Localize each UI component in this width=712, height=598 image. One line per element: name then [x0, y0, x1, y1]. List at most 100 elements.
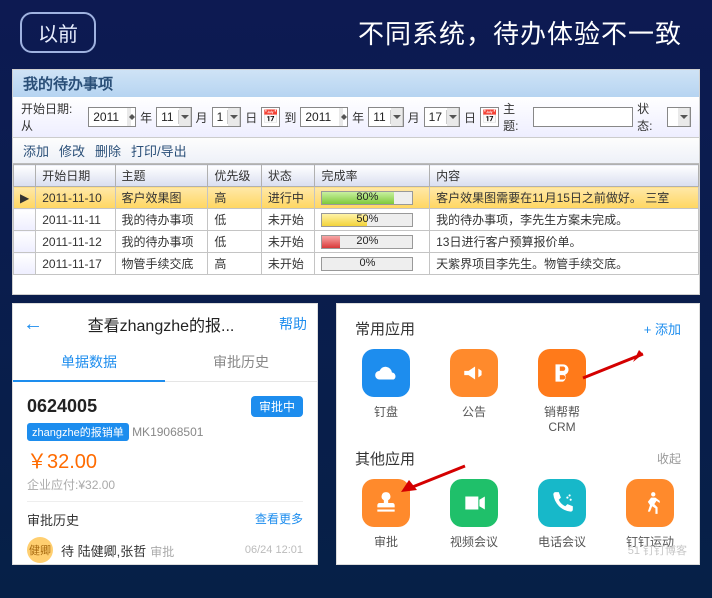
panel1-title: 我的待办事项 — [13, 70, 699, 97]
cell-progress: 80% — [315, 187, 430, 209]
cell-priority: 高 — [208, 187, 262, 209]
cell-date: 2011-11-12 — [36, 231, 115, 253]
status-label: 状态: — [637, 100, 663, 134]
cell-status: 进行中 — [261, 187, 315, 209]
table-row[interactable]: ▶ 2011-11-10 客户效果图 高 进行中 80% 客户效果图需要在11月… — [14, 187, 699, 209]
app-label: 视频会议 — [443, 533, 505, 550]
bill-tag: zhangzhe的报销单 — [27, 423, 129, 441]
to-month-input[interactable]: 11 — [368, 107, 403, 127]
amount: ￥32.00 — [27, 445, 303, 474]
app-钉钉运动[interactable]: 钉钉运动 — [619, 479, 681, 550]
from-date-label: 开始日期: 从 — [21, 100, 84, 134]
approver-names: 待 陆健卿,张哲审批 — [61, 541, 174, 560]
cell-priority: 低 — [208, 209, 262, 231]
to-year-input[interactable]: 2011 — [300, 107, 348, 127]
row-handle[interactable] — [14, 253, 36, 275]
badge-previous: 以前 — [20, 12, 96, 53]
tab-bill-data[interactable]: 单据数据 — [13, 344, 165, 382]
avatar: 健卿 — [27, 537, 53, 563]
collapse-link[interactable]: 收起 — [657, 450, 681, 467]
cell-priority: 高 — [208, 253, 262, 275]
app-label: 公告 — [443, 403, 505, 420]
from-month-input[interactable]: 11 — [156, 107, 191, 127]
column-header[interactable]: 内容 — [430, 165, 699, 187]
back-icon[interactable]: ← — [23, 313, 43, 336]
cell-date: 2011-11-10 — [36, 187, 115, 209]
history-section-title: 审批历史 — [27, 510, 79, 529]
cell-content: 天紫界项目李先生。物管手续交底。 — [430, 253, 699, 275]
column-header[interactable]: 主题 — [115, 165, 208, 187]
cell-progress: 20% — [315, 231, 430, 253]
cmd-add[interactable]: 添加 — [23, 141, 49, 160]
cell-progress: 0% — [315, 253, 430, 275]
column-header[interactable]: 完成率 — [315, 165, 430, 187]
app-label: 钉盘 — [355, 403, 417, 420]
cell-subject: 客户效果图 — [115, 187, 208, 209]
to-day-input[interactable]: 17 — [424, 107, 460, 127]
table-row[interactable]: 2011-11-12 我的待办事项 低 未开始 20% 13日进行客户预算报价单… — [14, 231, 699, 253]
app-label: 电话会议 — [531, 533, 593, 550]
cmd-print[interactable]: 打印/导出 — [131, 141, 187, 160]
row-handle[interactable] — [14, 231, 36, 253]
from-day-input[interactable]: 1 — [212, 107, 242, 127]
tab-approval-history[interactable]: 审批历史 — [165, 344, 317, 382]
cell-progress: 50% — [315, 209, 430, 231]
row-handle[interactable]: ▶ — [14, 187, 36, 209]
megaphone-icon — [450, 349, 498, 397]
app-label: 审批 — [355, 533, 417, 550]
cell-subject: 我的待办事项 — [115, 231, 208, 253]
slide-title: 不同系统，待办体验不一致 — [358, 14, 682, 51]
arrow-annotation-icon — [577, 350, 647, 384]
cmd-edit[interactable]: 修改 — [59, 141, 85, 160]
apps-panel: 常用应用 + 添加 钉盘公告销帮帮CRM 其他应用 收起 审批视频会议电话会议钉… — [336, 303, 700, 565]
cmd-delete[interactable]: 删除 — [95, 141, 121, 160]
run-icon — [626, 479, 674, 527]
table-row[interactable]: 2011-11-11 我的待办事项 低 未开始 50% 我的待办事项，李先生方案… — [14, 209, 699, 231]
view-more-link[interactable]: 查看更多 — [255, 510, 303, 529]
add-app-link[interactable]: + 添加 — [644, 319, 681, 338]
calendar-to-icon[interactable]: 📅 — [480, 107, 499, 127]
cell-date: 2011-11-11 — [36, 209, 115, 231]
app-label: 销帮帮CRM — [531, 403, 593, 434]
app-钉盘[interactable]: 钉盘 — [355, 349, 417, 434]
cell-priority: 低 — [208, 231, 262, 253]
panel1-filter-bar: 开始日期: 从 2011 年 11 月 1 日 📅 到 2011 年 11 月 … — [13, 97, 699, 138]
column-header[interactable]: 状态 — [261, 165, 315, 187]
cell-content: 我的待办事项，李先生方案未完成。 — [430, 209, 699, 231]
document-number: 0624005 — [27, 396, 97, 417]
cell-status: 未开始 — [261, 253, 315, 275]
frequent-apps-title: 常用应用 — [355, 318, 415, 339]
legacy-todo-panel: 我的待办事项 开始日期: 从 2011 年 11 月 1 日 📅 到 2011 … — [12, 69, 700, 295]
calendar-from-icon[interactable]: 📅 — [261, 107, 280, 127]
company-due-value: ¥32.00 — [78, 478, 115, 492]
app-公告[interactable]: 公告 — [443, 349, 505, 434]
cell-date: 2011-11-17 — [36, 253, 115, 275]
cell-status: 未开始 — [261, 231, 315, 253]
row-handle[interactable] — [14, 209, 36, 231]
company-due-label: 企业应付: — [27, 478, 78, 492]
phone-icon — [538, 479, 586, 527]
column-header[interactable]: 开始日期 — [36, 165, 115, 187]
status-badge: 审批中 — [251, 396, 303, 417]
arrow-annotation-icon — [399, 462, 469, 496]
subject-label: 主题: — [503, 100, 529, 134]
cell-content: 13日进行客户预算报价单。 — [430, 231, 699, 253]
help-link[interactable]: 帮助 — [279, 314, 307, 334]
cell-subject: 我的待办事项 — [115, 209, 208, 231]
cell-subject: 物管手续交底 — [115, 253, 208, 275]
status-select[interactable] — [667, 107, 691, 127]
table-row[interactable]: 2011-11-17 物管手续交底 高 未开始 0% 天紫界项目李先生。物管手续… — [14, 253, 699, 275]
app-电话会议[interactable]: 电话会议 — [531, 479, 593, 550]
history-time: 06/24 12:01 — [245, 544, 303, 556]
to-date-label: 到 — [284, 109, 296, 126]
cloud-icon — [362, 349, 410, 397]
from-year-input[interactable]: 2011 — [88, 107, 136, 127]
mobile-approval-panel: ← 查看zhangzhe的报... 帮助 单据数据 审批历史 0624005 审… — [12, 303, 318, 565]
cell-status: 未开始 — [261, 209, 315, 231]
cell-content: 客户效果图需要在11月15日之前做好。 三室 — [430, 187, 699, 209]
panel2-title: 查看zhangzhe的报... — [43, 312, 279, 336]
watermark-text: 51 钉钉博客 — [628, 542, 687, 558]
column-header[interactable]: 优先级 — [208, 165, 262, 187]
bill-code: MK19068501 — [132, 425, 203, 439]
subject-input[interactable] — [533, 107, 633, 127]
